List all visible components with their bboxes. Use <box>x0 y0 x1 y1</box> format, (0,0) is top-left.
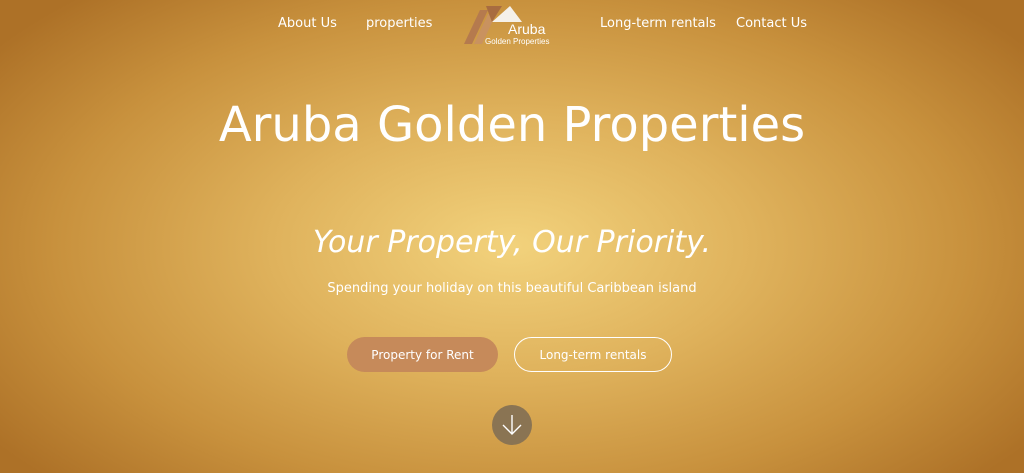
hero-title: Aruba Golden Properties <box>218 97 806 153</box>
arrow-down-icon <box>502 415 522 435</box>
hero-tagline: Your Property, Our Priority. <box>312 225 712 260</box>
top-navigation: About Us properties Aruba Golden Propert… <box>0 0 1024 50</box>
property-for-rent-button[interactable]: Property for Rent <box>347 337 498 372</box>
nav-link-long-term-rentals[interactable]: Long-term rentals <box>600 16 716 31</box>
long-term-rentals-button[interactable]: Long-term rentals <box>514 337 672 372</box>
scroll-down-button[interactable] <box>492 405 532 445</box>
nav-link-about-us[interactable]: About Us <box>278 16 337 31</box>
hero-subtitle: Spending your holiday on this beautiful … <box>327 281 697 296</box>
nav-link-contact-us[interactable]: Contact Us <box>736 16 807 31</box>
site-logo[interactable]: Aruba Golden Properties <box>462 4 552 48</box>
logo-subtext: Golden Properties <box>485 37 550 46</box>
logo-wordmark: Aruba <box>508 21 546 37</box>
nav-link-properties[interactable]: properties <box>366 16 432 31</box>
